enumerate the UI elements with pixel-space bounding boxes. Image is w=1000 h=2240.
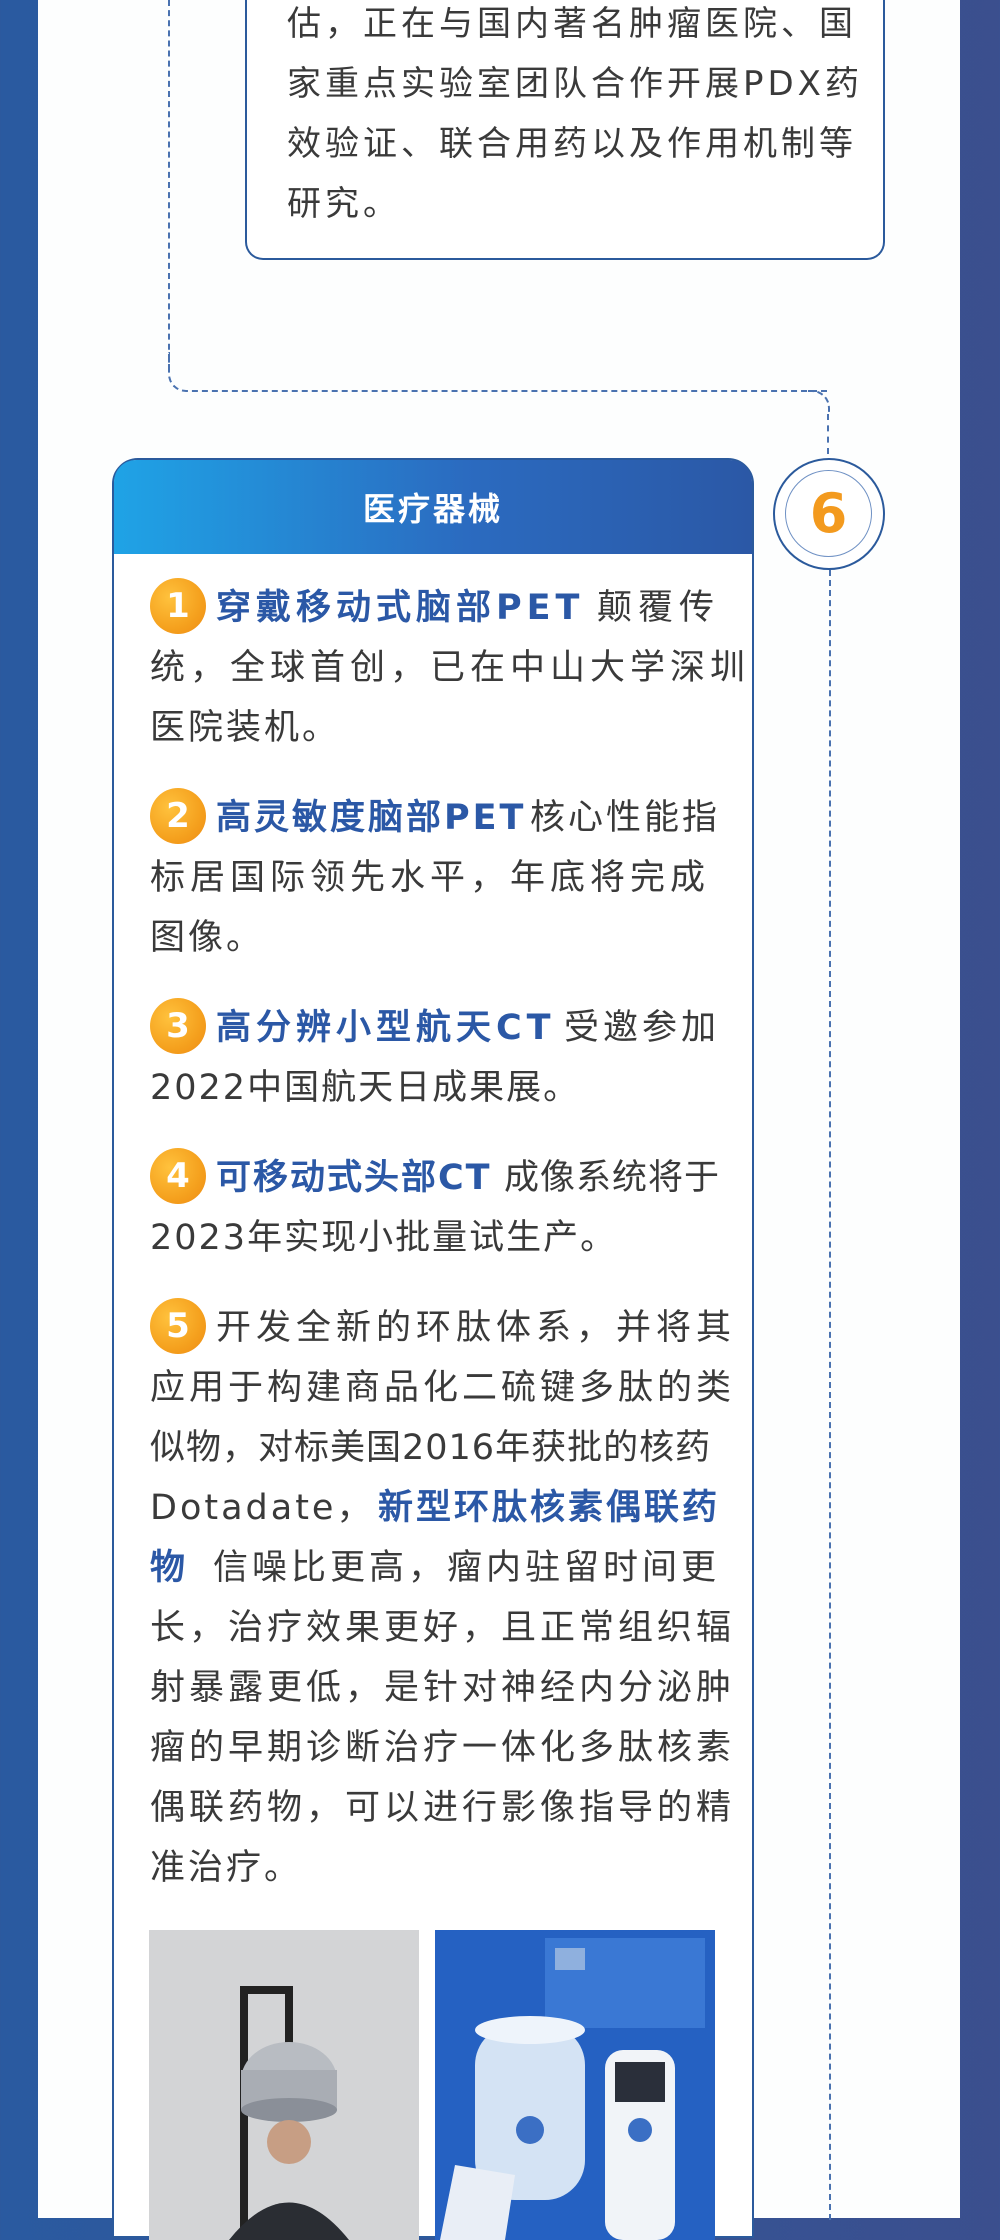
section-number: 6 <box>785 470 872 557</box>
highlight-text: 新型环肽核素偶联药 <box>377 1488 720 1528</box>
medical-devices-card: 医疗器械 1 穿戴移动式脑部PET 颠覆传 统，全球首创，已在中山大学深圳 医院… <box>112 458 754 2240</box>
text-line: Dotadate， 新型环肽核素偶联药 <box>150 1478 720 1538</box>
body-text: 开发全新的环肽体系，并将其 <box>216 1308 737 1348</box>
previous-section-card: 估，正在与国内著名肿瘤医院、国 家重点实验室团队合作开展PDX药 效验证、联合用… <box>245 0 885 260</box>
text-line: 效验证、联合用药以及作用机制等 <box>287 124 857 164</box>
body-text: 成像系统将于 <box>503 1158 720 1198</box>
text-line: 4 可移动式头部CT 成像系统将于 <box>150 1148 720 1208</box>
body-text: 受邀参加 <box>563 1008 720 1048</box>
highlight-text: 高分辨小型航天CT <box>216 1008 556 1048</box>
text-line: 家重点实验室团队合作开展PDX药 <box>287 64 863 104</box>
previous-section-text: 估，正在与国内著名肿瘤医院、国 家重点实验室团队合作开展PDX药 效验证、联合用… <box>287 0 867 234</box>
body-text: 似物，对标美国2016年获批的核药 <box>150 1428 712 1468</box>
text-line: 估，正在与国内著名肿瘤医院、国 <box>287 4 857 44</box>
body-text: 核心性能指 <box>529 798 720 838</box>
body-text: 图像。 <box>150 918 265 958</box>
list-item: 1 穿戴移动式脑部PET 颠覆传 统，全球首创，已在中山大学深圳 医院装机。 <box>150 578 751 758</box>
dashed-connector <box>168 0 170 370</box>
number-badge-3: 3 <box>150 998 206 1054</box>
dashed-connector <box>827 414 829 454</box>
text-line: 研究。 <box>287 184 401 224</box>
list-item: 3 高分辨小型航天CT 受邀参加 2022中国航天日成果展。 <box>150 998 720 1118</box>
body-text: 颠覆传 <box>596 588 720 628</box>
number-badge-1: 1 <box>150 578 206 634</box>
text-line: 物 信噪比更高，瘤内驻留时间更 <box>150 1538 720 1598</box>
text-line: 1 穿戴移动式脑部PET 颠覆传 <box>150 578 720 638</box>
body-text: 偶联药物，可以进行影像指导的精 <box>150 1788 736 1828</box>
body-text: 射暴露更低，是针对神经内分泌肿 <box>150 1668 736 1708</box>
device-photos <box>149 1930 719 2240</box>
body-text: 2022中国航天日成果展。 <box>150 1068 581 1108</box>
text-line: 2 高灵敏度脑部PET 核心性能指 <box>150 788 720 848</box>
number-badge-2: 2 <box>150 788 206 844</box>
body-text: Dotadate， <box>150 1488 375 1528</box>
text-line: 3 高分辨小型航天CT 受邀参加 <box>150 998 720 1058</box>
list-item: 2 高灵敏度脑部PET 核心性能指 标居国际领先水平，年底将完成 图像。 <box>150 788 720 968</box>
list-item: 4 可移动式头部CT 成像系统将于 2023年实现小批量试生产。 <box>150 1148 720 1268</box>
body-text: 准治疗。 <box>150 1848 303 1888</box>
body-text: 标居国际领先水平，年底将完成 <box>150 858 711 898</box>
dashed-connector <box>829 570 831 2220</box>
highlight-text: 可移动式头部CT <box>216 1158 492 1198</box>
text-line: 5 开发全新的环肽体系，并将其 <box>150 1298 731 1358</box>
highlight-text: 物 <box>150 1548 186 1588</box>
number-badge-5: 5 <box>150 1298 206 1354</box>
brain-pet-exhibit-photo <box>435 1930 715 2240</box>
body-text: 长，治疗效果更好，且正常组织辐 <box>150 1608 736 1648</box>
card-title: 医疗器械 <box>114 460 752 554</box>
body-text: 医院装机。 <box>150 708 341 748</box>
body-text: 应用于构建商品化二硫键多肽的类 <box>150 1368 736 1408</box>
wearable-pet-photo <box>149 1930 419 2240</box>
body-text: 信噪比更高，瘤内驻留时间更 <box>212 1548 720 1588</box>
body-text: 瘤的早期诊断治疗一体化多肽核素 <box>150 1728 736 1768</box>
number-badge-4: 4 <box>150 1148 206 1204</box>
highlight-text: 高灵敏度脑部PET <box>216 798 527 838</box>
body-text: 2023年实现小批量试生产。 <box>150 1218 618 1258</box>
body-text: 统，全球首创，已在中山大学深圳 <box>150 648 751 688</box>
list-item: 5 开发全新的环肽体系，并将其 应用于构建商品化二硫键多肽的类 似物，对标美国2… <box>150 1298 736 1898</box>
section-number-badge: 6 <box>773 458 885 570</box>
dashed-connector-curve <box>168 352 828 392</box>
item-list: 1 穿戴移动式脑部PET 颠覆传 统，全球首创，已在中山大学深圳 医院装机。 2… <box>150 578 751 1928</box>
highlight-text: 穿戴移动式脑部PET <box>216 588 585 628</box>
